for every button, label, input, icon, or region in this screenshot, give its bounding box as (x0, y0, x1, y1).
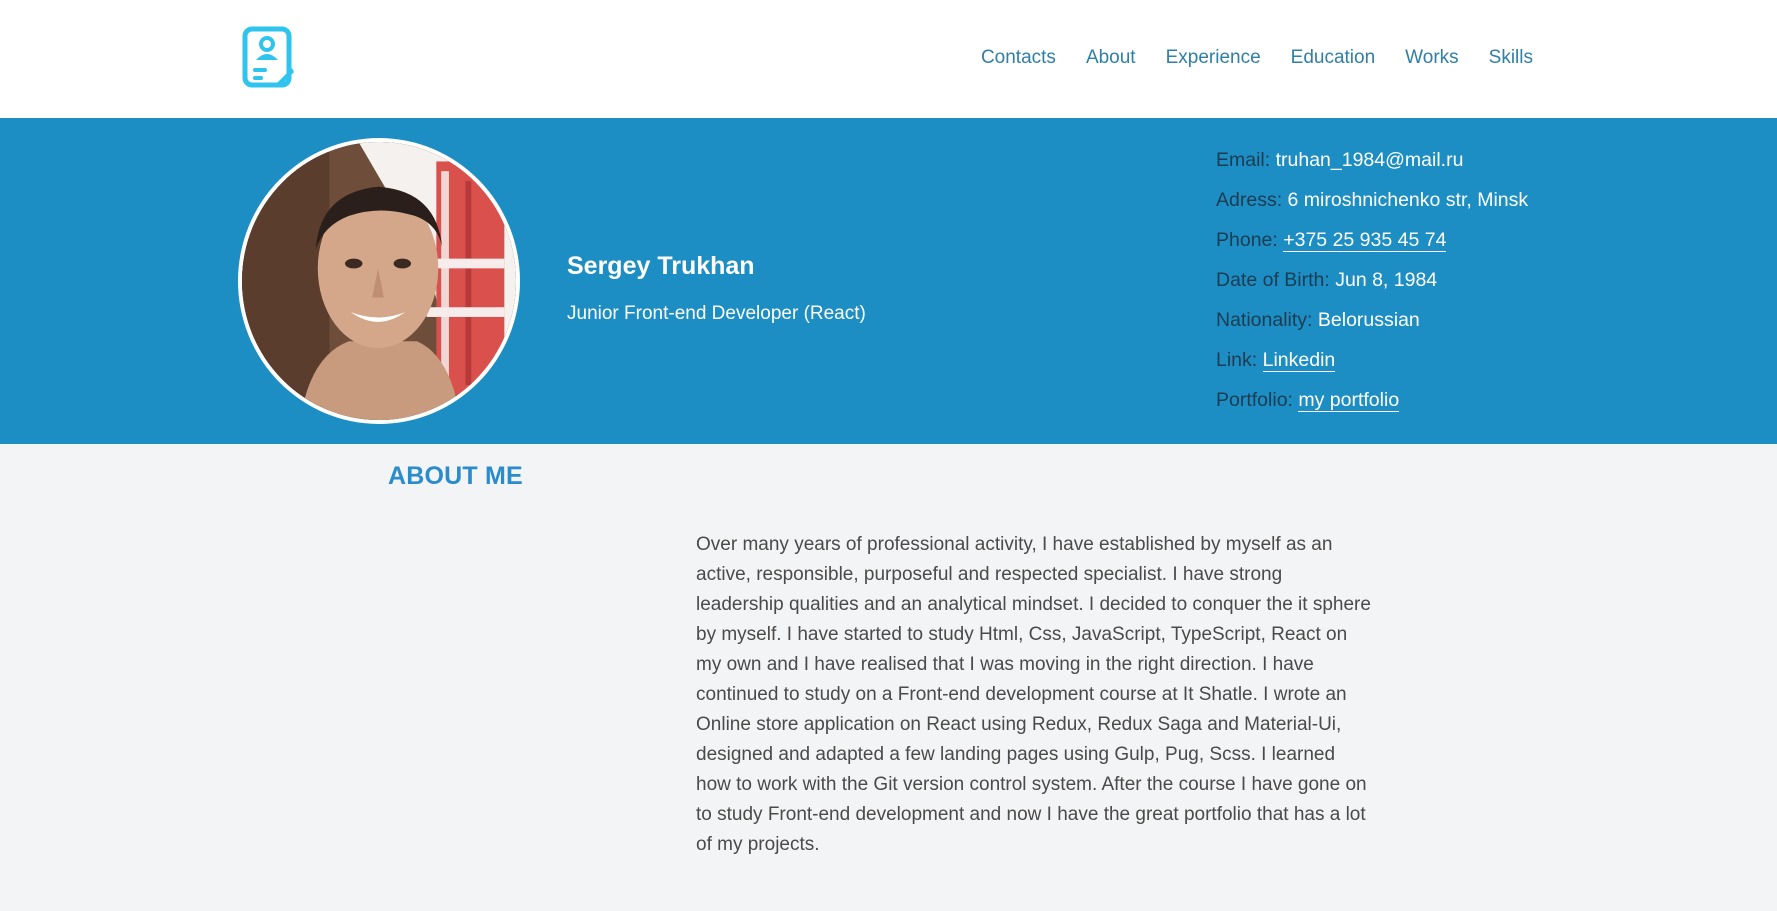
about-title: ABOUT ME (388, 462, 523, 490)
contact-nationality: Nationality: Belorussian (1216, 306, 1528, 346)
address-value: 6 miroshnichenko str, Minsk (1287, 189, 1529, 211)
nav-about[interactable]: About (1086, 44, 1136, 72)
profile-hero: Sergey Trukhan Junior Front-end Develope… (0, 118, 1777, 444)
contact-list: Email: truhan_1984@mail.ru Adress: 6 mir… (1216, 146, 1528, 426)
nationality-label: Nationality: (1216, 309, 1313, 331)
avatar-portrait-image (242, 142, 516, 420)
linkedin-link[interactable]: Linkedin (1262, 349, 1336, 372)
about-text: Over many years of professional activity… (696, 534, 1371, 855)
dob-value: Jun 8, 1984 (1335, 269, 1438, 291)
phone-link[interactable]: +375 25 935 45 74 (1283, 229, 1447, 252)
link-label: Link: (1216, 349, 1258, 371)
email-label: Email: (1216, 149, 1271, 171)
portfolio-link[interactable]: my portfolio (1298, 389, 1400, 412)
phone-label: Phone: (1216, 229, 1278, 251)
nav-education[interactable]: Education (1291, 44, 1376, 72)
nav-works[interactable]: Works (1405, 44, 1458, 72)
contact-phone: Phone: +375 25 935 45 74 (1216, 226, 1528, 266)
portfolio-label: Portfolio: (1216, 389, 1293, 411)
contact-email: Email: truhan_1984@mail.ru (1216, 146, 1528, 186)
avatar (238, 138, 520, 424)
resume-document-icon[interactable] (242, 26, 294, 90)
email-value: truhan_1984@mail.ru (1275, 149, 1464, 171)
site-header: Contacts About Experience Education Work… (0, 0, 1777, 118)
nav-experience[interactable]: Experience (1166, 44, 1261, 72)
main-nav: Contacts About Experience Education Work… (981, 44, 1533, 72)
about-section: ABOUT ME Over many years of professional… (0, 444, 1777, 911)
profile-role: Junior Front-end Developer (React) (567, 303, 866, 324)
nationality-value: Belorussian (1317, 309, 1420, 331)
dob-label: Date of Birth: (1216, 269, 1330, 291)
contact-address: Adress: 6 miroshnichenko str, Minsk (1216, 186, 1528, 226)
nav-skills[interactable]: Skills (1489, 44, 1533, 72)
contact-portfolio: Portfolio: my portfolio (1216, 386, 1528, 426)
profile-name: Sergey Trukhan (567, 252, 755, 280)
address-label: Adress: (1216, 189, 1283, 211)
nav-contacts[interactable]: Contacts (981, 44, 1056, 72)
contact-link: Link: Linkedin (1216, 346, 1528, 386)
contact-dob: Date of Birth: Jun 8, 1984 (1216, 266, 1528, 306)
